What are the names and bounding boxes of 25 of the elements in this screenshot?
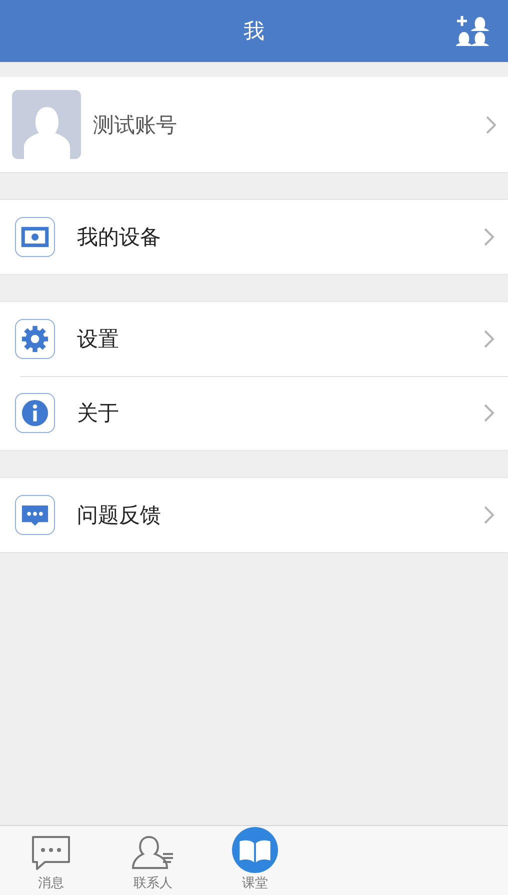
account-name: 测试账号: [93, 112, 178, 138]
profile-row[interactable]: 测试账号: [0, 77, 508, 173]
menu-label: 关于: [77, 400, 120, 427]
menu-item[interactable]: 关于: [0, 376, 508, 450]
menu-label: 我的设备: [77, 224, 162, 251]
menu-label: 问题反馈: [77, 502, 162, 529]
menu-item[interactable]: 设置: [0, 302, 508, 376]
info-icon: [15, 393, 55, 433]
screen-title: 我: [244, 18, 264, 45]
add-group-icon[interactable]: [456, 14, 490, 48]
menu-label: 设置: [77, 326, 120, 353]
tab[interactable]: 联系人: [102, 826, 204, 895]
tab[interactable]: 课堂: [204, 826, 306, 895]
settings-icon: [15, 319, 55, 359]
chevron-icon: [484, 404, 494, 422]
chevron-icon: [486, 116, 496, 134]
chat-icon: [15, 495, 55, 535]
avatar: [12, 90, 81, 159]
chevron-icon: [484, 330, 494, 348]
tab[interactable]: 消息: [0, 826, 102, 895]
screen-icon: [15, 217, 55, 257]
chevron-icon: [484, 506, 494, 524]
menu-item[interactable]: 问题反馈: [0, 478, 508, 552]
menu-item[interactable]: 我的设备: [0, 200, 508, 274]
chevron-icon: [484, 228, 494, 246]
